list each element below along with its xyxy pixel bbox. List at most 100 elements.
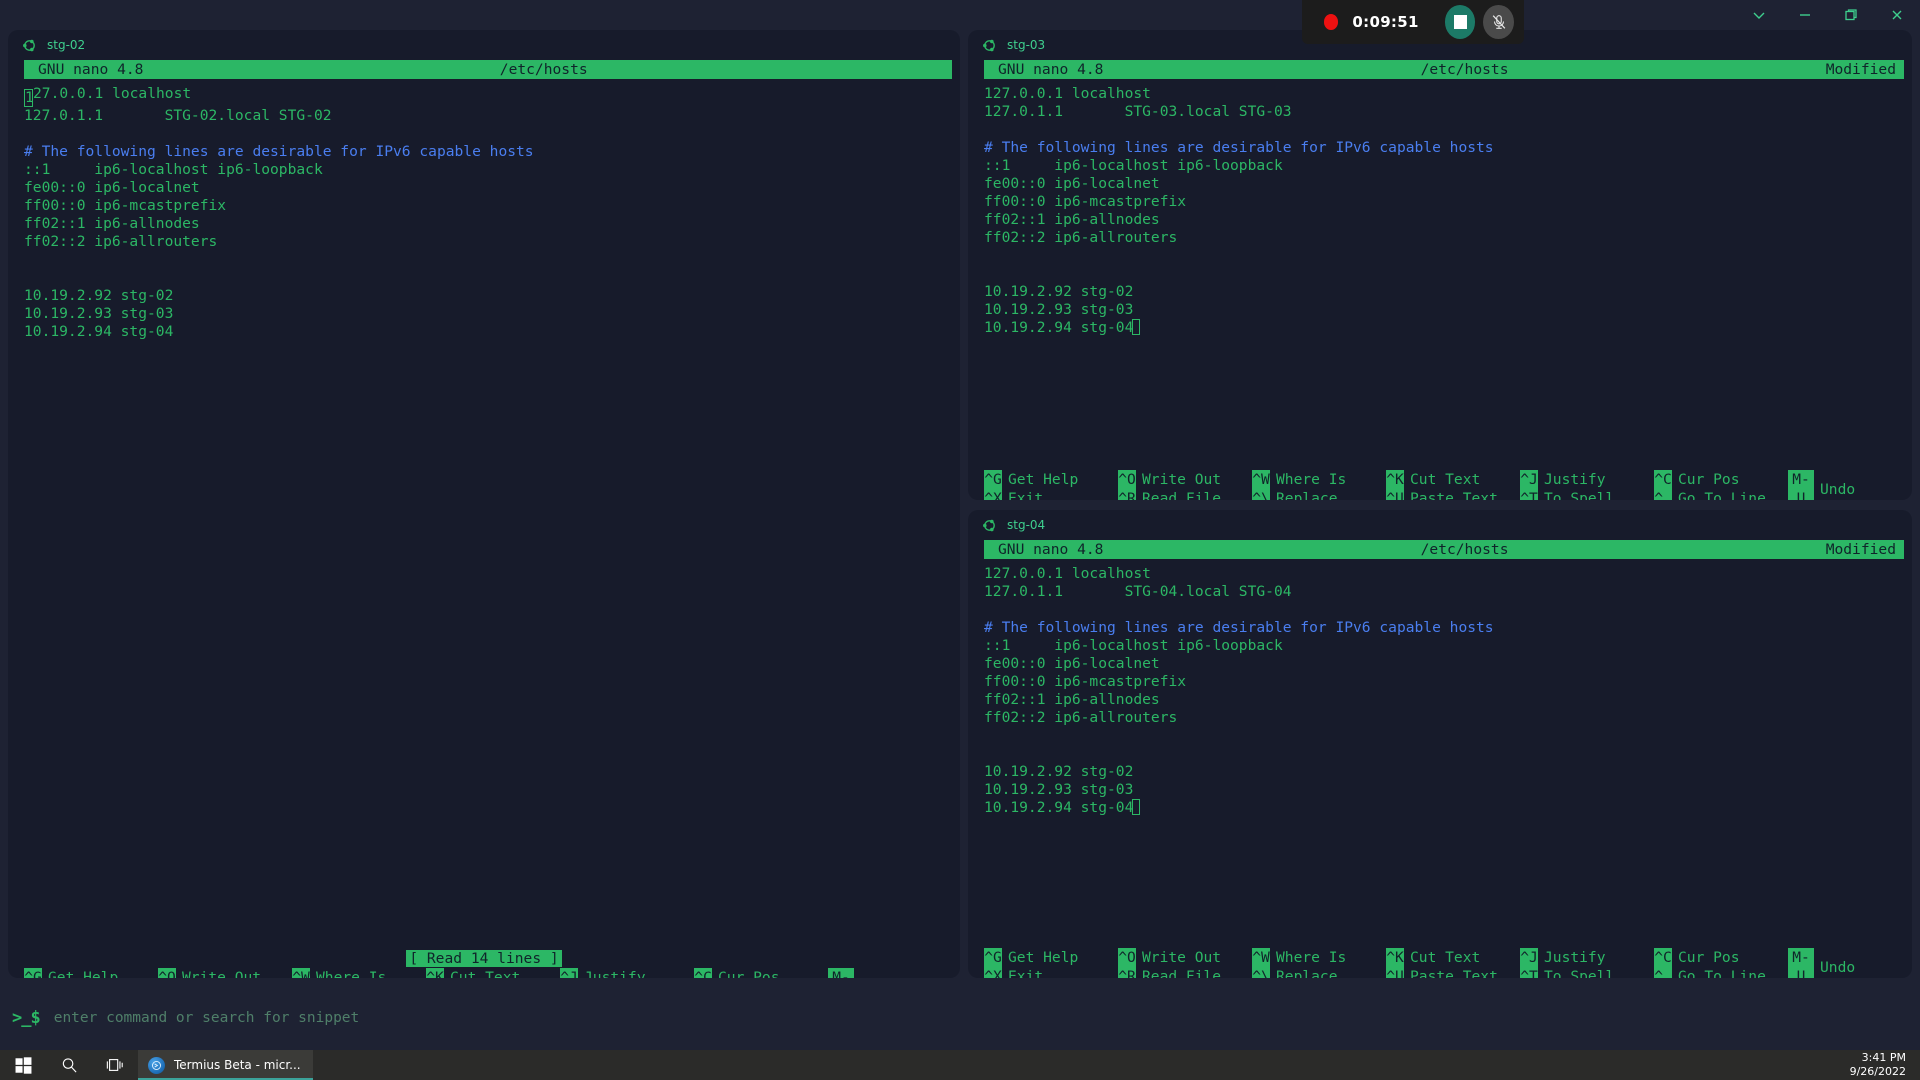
shortcut-item[interactable]: ^CCur Pos	[694, 968, 828, 978]
shortcut-label: Replace	[1270, 489, 1338, 500]
nano-line: 10.19.2.94 stg-04	[984, 799, 1912, 817]
shortcut-item[interactable]: ^KCut Text	[1386, 470, 1520, 489]
shortcut-item[interactable]: ^RRead File	[1118, 489, 1252, 500]
shortcut-group: ^GGet Help^XExit	[984, 470, 1118, 500]
shortcut-item[interactable]: ^OWrite Out	[1118, 470, 1252, 489]
nano-file-content[interactable]: 127.0.0.1 localhost127.0.1.1 STG-02.loca…	[8, 79, 960, 341]
nano-line	[24, 269, 960, 287]
nano-version: GNU nano 4.8	[24, 61, 143, 79]
shortcut-item[interactable]: ^_Go To Line	[1654, 967, 1788, 978]
nano-editor-stg-03[interactable]: GNU nano 4.8 /etc/hosts Modified 127.0.0…	[968, 60, 1912, 337]
nano-line	[984, 727, 1912, 745]
shortcut-item[interactable]: ^WWhere Is	[1252, 948, 1386, 967]
shortcut-label: Cut Text	[444, 968, 520, 978]
shortcut-item[interactable]: ^OWrite Out	[158, 968, 292, 978]
shortcut-item[interactable]: M-UUndo	[828, 968, 928, 978]
taskbar-clock[interactable]: 3:41 PM 9/26/2022	[1850, 1050, 1906, 1080]
nano-line: 10.19.2.93 stg-03	[24, 305, 960, 323]
nano-version: GNU nano 4.8	[984, 61, 1103, 79]
shortcut-label: Paste Text	[1404, 967, 1498, 978]
panel-tab-stg-04[interactable]: stg-04	[968, 510, 1912, 540]
nano-line: ::1 ip6-localhost ip6-loopback	[984, 157, 1912, 175]
nano-editor-stg-04[interactable]: GNU nano 4.8 /etc/hosts Modified 127.0.0…	[968, 540, 1912, 817]
nano-modified-flag: Modified	[1826, 541, 1904, 559]
shortcut-key: ^W	[1252, 948, 1270, 967]
nano-line	[984, 247, 1912, 265]
shortcut-item[interactable]: ^\Replace	[1252, 967, 1386, 978]
shortcut-key: ^T	[1520, 967, 1538, 978]
panel-tab-label: stg-03	[1007, 38, 1045, 52]
shortcut-item[interactable]: ^XExit	[984, 489, 1118, 500]
shortcut-item[interactable]: ^JJustify	[560, 968, 694, 978]
taskbar-app-termius[interactable]: Termius Beta - micr...	[138, 1050, 313, 1080]
shortcut-item[interactable]: M-UUndo	[1788, 948, 1888, 978]
terminal-panel-stg-03[interactable]: stg-03 GNU nano 4.8 /etc/hosts Modified …	[968, 30, 1912, 500]
ubuntu-icon	[22, 38, 37, 53]
shortcut-item[interactable]: ^CCur Pos	[1654, 948, 1788, 967]
stop-recording-button[interactable]	[1445, 5, 1476, 39]
shortcut-label: Get Help	[42, 968, 118, 978]
start-button-icon[interactable]	[0, 1050, 46, 1080]
nano-file-content[interactable]: 127.0.0.1 localhost127.0.1.1 STG-03.loca…	[968, 79, 1912, 337]
shortcut-label: Justify	[1538, 948, 1606, 967]
shortcut-item[interactable]: ^JJustify	[1520, 470, 1654, 489]
panel-tab-stg-02[interactable]: stg-02	[8, 30, 960, 60]
chevron-down-icon[interactable]	[1736, 0, 1782, 30]
shortcut-item[interactable]: ^GGet Help	[24, 968, 158, 978]
terminal-panel-stg-02[interactable]: stg-02 GNU nano 4.8 /etc/hosts 127.0.0.1…	[8, 30, 960, 978]
shortcut-item[interactable]: ^_Go To Line	[1654, 489, 1788, 500]
shortcut-item[interactable]: ^KCut Text	[1386, 948, 1520, 967]
shortcut-key: M-U	[1788, 948, 1814, 978]
close-icon[interactable]	[1874, 0, 1920, 30]
shortcut-label: Undo	[1814, 958, 1855, 977]
task-view-icon[interactable]	[92, 1050, 138, 1080]
shortcut-label: Write Out	[1136, 948, 1221, 967]
command-bar[interactable]: >_$	[0, 985, 1920, 1050]
shortcut-group: ^OWrite Out^RRead File	[1118, 948, 1252, 978]
shortcut-item[interactable]: ^TTo Spell	[1520, 489, 1654, 500]
shortcut-item[interactable]: ^XExit	[984, 967, 1118, 978]
shortcut-item[interactable]: ^JJustify	[1520, 948, 1654, 967]
shortcut-item[interactable]: ^OWrite Out	[1118, 948, 1252, 967]
nano-line	[984, 121, 1912, 139]
shortcut-group: ^WWhere Is^\Replace	[1252, 948, 1386, 978]
shortcut-key: ^C	[694, 968, 712, 978]
restore-icon[interactable]	[1828, 0, 1874, 30]
shortcut-item[interactable]: ^UPaste Text	[1386, 489, 1520, 500]
minimize-icon[interactable]	[1782, 0, 1828, 30]
shortcut-group: M-UUndoM-ERedo	[828, 968, 928, 978]
shortcut-item[interactable]: ^GGet Help	[984, 470, 1118, 489]
shortcut-group: ^WWhere Is^\Replace	[292, 968, 426, 978]
shortcut-label: Cur Pos	[712, 968, 780, 978]
command-input[interactable]	[54, 1010, 854, 1026]
shortcut-label: Where Is	[310, 968, 386, 978]
shortcut-key: M-U	[1788, 470, 1814, 500]
shortcut-label: Write Out	[1136, 470, 1221, 489]
shortcut-group: ^GGet Help^XExit	[24, 968, 158, 978]
shortcut-item[interactable]: ^KCut Text	[426, 968, 560, 978]
microphone-muted-icon[interactable]	[1483, 5, 1514, 39]
shortcut-item[interactable]: ^UPaste Text	[1386, 967, 1520, 978]
shortcut-item[interactable]: M-UUndo	[1788, 470, 1888, 500]
nano-editor-stg-02[interactable]: GNU nano 4.8 /etc/hosts 127.0.0.1 localh…	[8, 60, 960, 341]
nano-line: fe00::0 ip6-localnet	[24, 179, 960, 197]
nano-file-content[interactable]: 127.0.0.1 localhost127.0.1.1 STG-04.loca…	[968, 559, 1912, 817]
panel-tab-label: stg-02	[47, 38, 85, 52]
termius-window: 0:09:51 stg-02	[0, 0, 1920, 1080]
shortcut-item[interactable]: ^TTo Spell	[1520, 967, 1654, 978]
search-icon[interactable]	[46, 1050, 92, 1080]
nano-line: 10.19.2.92 stg-02	[984, 283, 1912, 301]
shortcut-item[interactable]: ^CCur Pos	[1654, 470, 1788, 489]
shortcut-item[interactable]: ^\Replace	[1252, 489, 1386, 500]
nano-line: # The following lines are desirable for …	[984, 619, 1912, 637]
shortcut-item[interactable]: ^WWhere Is	[1252, 470, 1386, 489]
shortcut-label: Where Is	[1270, 470, 1346, 489]
shortcut-item[interactable]: ^GGet Help	[984, 948, 1118, 967]
nano-filename: /etc/hosts	[1103, 61, 1825, 79]
terminal-panel-stg-04[interactable]: stg-04 GNU nano 4.8 /etc/hosts Modified …	[968, 510, 1912, 978]
shortcut-group: ^KCut Text^UPaste Text	[1386, 470, 1520, 500]
screen-recorder-widget: 0:09:51	[1302, 0, 1524, 44]
shortcut-group: M-UUndoM-ERedo	[1788, 948, 1888, 978]
shortcut-item[interactable]: ^RRead File	[1118, 967, 1252, 978]
shortcut-item[interactable]: ^WWhere Is	[292, 968, 426, 978]
